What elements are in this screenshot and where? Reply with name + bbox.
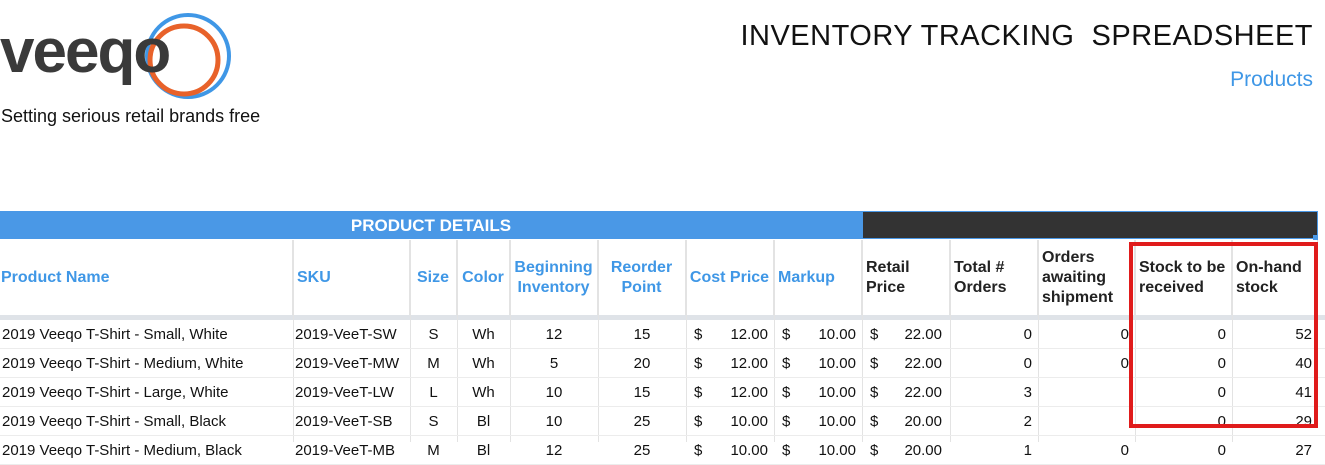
cell-reorder-point[interactable]: 25 [598, 436, 686, 464]
cell-color[interactable]: Wh [457, 378, 510, 406]
cell-sku[interactable]: 2019-VeeT-SB [293, 407, 410, 435]
table-row: 2019 Veeqo T-Shirt - Medium, White 2019-… [0, 349, 1325, 378]
cell-product-name[interactable]: 2019 Veeqo T-Shirt - Small, Black [0, 407, 293, 435]
cell-color[interactable]: Bl [457, 436, 510, 464]
cell-reorder-point[interactable]: 20 [598, 349, 686, 377]
table-body: 2019 Veeqo T-Shirt - Small, White 2019-V… [0, 320, 1325, 465]
col-header-size[interactable]: Size [410, 240, 457, 315]
table-row: 2019 Veeqo T-Shirt - Small, White 2019-V… [0, 320, 1325, 349]
cell-color[interactable]: Wh [457, 349, 510, 377]
sheet-subtitle: Products [1230, 68, 1313, 91]
logo-wordmark: veeqo [0, 17, 169, 86]
highlight-box [1129, 242, 1318, 428]
cell-cost-price[interactable]: 10.00 [686, 436, 774, 464]
cell-product-name[interactable]: 2019 Veeqo T-Shirt - Medium, White [0, 349, 293, 377]
col-header-sku[interactable]: SKU [293, 240, 410, 315]
cell-total-orders[interactable]: 3 [950, 378, 1038, 406]
cell-markup[interactable]: 10.00 [774, 320, 862, 348]
cell-sku[interactable]: 2019-VeeT-LW [293, 378, 410, 406]
table-row: 2019 Veeqo T-Shirt - Medium, Black 2019-… [0, 436, 1325, 465]
cell-retail-price[interactable]: 22.00 [862, 378, 950, 406]
inventory-grid: PRODUCT DETAILS Product Name SKU Size Co… [0, 211, 1325, 465]
tagline: Setting serious retail brands free [1, 106, 261, 126]
cell-product-name[interactable]: 2019 Veeqo T-Shirt - Small, White [0, 320, 293, 348]
cell-reorder-point[interactable]: 15 [598, 320, 686, 348]
cell-beginning-inventory[interactable]: 5 [510, 349, 598, 377]
col-header-total-orders[interactable]: Total # Orders [950, 240, 1038, 315]
cell-beginning-inventory[interactable]: 12 [510, 320, 598, 348]
cell-product-name[interactable]: 2019 Veeqo T-Shirt - Large, White [0, 378, 293, 406]
cell-reorder-point[interactable]: 15 [598, 378, 686, 406]
col-header-retail-price[interactable]: Retail Price [862, 240, 950, 315]
cell-beginning-inventory[interactable]: 10 [510, 378, 598, 406]
cell-retail-price[interactable]: 20.00 [862, 407, 950, 435]
col-header-color[interactable]: Color [457, 240, 510, 315]
col-header-cost-price[interactable]: Cost Price [686, 240, 774, 315]
col-header-reorder-point[interactable]: Reorder Point [598, 240, 686, 315]
cell-stock-to-receive[interactable]: 0 [1135, 436, 1232, 464]
col-header-markup[interactable]: Markup [774, 240, 862, 315]
cell-orders-awaiting[interactable]: 0 [1038, 349, 1135, 377]
cell-color[interactable]: Bl [457, 407, 510, 435]
cell-orders-awaiting[interactable]: 0 [1038, 320, 1135, 348]
cell-total-orders[interactable]: 2 [950, 407, 1038, 435]
cell-retail-price[interactable]: 22.00 [862, 349, 950, 377]
cell-markup[interactable]: 10.00 [774, 349, 862, 377]
cell-orders-awaiting[interactable] [1038, 407, 1135, 435]
cell-orders-awaiting[interactable]: 0 [1038, 436, 1135, 464]
cell-size[interactable]: S [410, 320, 457, 348]
cell-size[interactable]: M [410, 436, 457, 464]
table-row: 2019 Veeqo T-Shirt - Large, White 2019-V… [0, 378, 1325, 407]
cell-size[interactable]: M [410, 349, 457, 377]
cell-beginning-inventory[interactable]: 12 [510, 436, 598, 464]
veeqo-logo-icon: veeqo [0, 13, 231, 99]
cell-size[interactable]: S [410, 407, 457, 435]
cell-cost-price[interactable]: 12.00 [686, 378, 774, 406]
cell-cost-price[interactable]: 12.00 [686, 349, 774, 377]
cell-sku[interactable]: 2019-VeeT-SW [293, 320, 410, 348]
cell-beginning-inventory[interactable]: 10 [510, 407, 598, 435]
cell-size[interactable]: L [410, 378, 457, 406]
col-header-beginning-inventory[interactable]: Beginning Inventory [510, 240, 598, 315]
cell-sku[interactable]: 2019-VeeT-MW [293, 349, 410, 377]
cell-retail-price[interactable]: 20.00 [862, 436, 950, 464]
col-header-orders-awaiting[interactable]: Orders awaiting shipment [1038, 240, 1135, 315]
cell-cost-price[interactable]: 10.00 [686, 407, 774, 435]
section-header-product-details[interactable]: PRODUCT DETAILS [0, 211, 862, 239]
cell-markup[interactable]: 10.00 [774, 407, 862, 435]
cell-cost-price[interactable]: 12.00 [686, 320, 774, 348]
table-row: 2019 Veeqo T-Shirt - Small, Black 2019-V… [0, 407, 1325, 436]
cell-total-orders[interactable]: 0 [950, 349, 1038, 377]
cell-product-name[interactable]: 2019 Veeqo T-Shirt - Medium, Black [0, 436, 293, 464]
cell-markup[interactable]: 10.00 [774, 436, 862, 464]
page-title: INVENTORY TRACKING SPREADSHEET [740, 20, 1313, 52]
cell-total-orders[interactable]: 0 [950, 320, 1038, 348]
veeqo-logo: veeqo [0, 12, 240, 102]
cell-markup[interactable]: 10.00 [774, 378, 862, 406]
cell-total-orders[interactable]: 1 [950, 436, 1038, 464]
cell-retail-price[interactable]: 22.00 [862, 320, 950, 348]
col-header-product-name[interactable]: Product Name [0, 240, 293, 315]
cell-sku[interactable]: 2019-VeeT-MB [293, 436, 410, 464]
cell-orders-awaiting[interactable] [1038, 378, 1135, 406]
cell-on-hand[interactable]: 27 [1232, 436, 1318, 464]
cell-reorder-point[interactable]: 25 [598, 407, 686, 435]
cell-color[interactable]: Wh [457, 320, 510, 348]
selected-header-band[interactable] [862, 211, 1318, 239]
